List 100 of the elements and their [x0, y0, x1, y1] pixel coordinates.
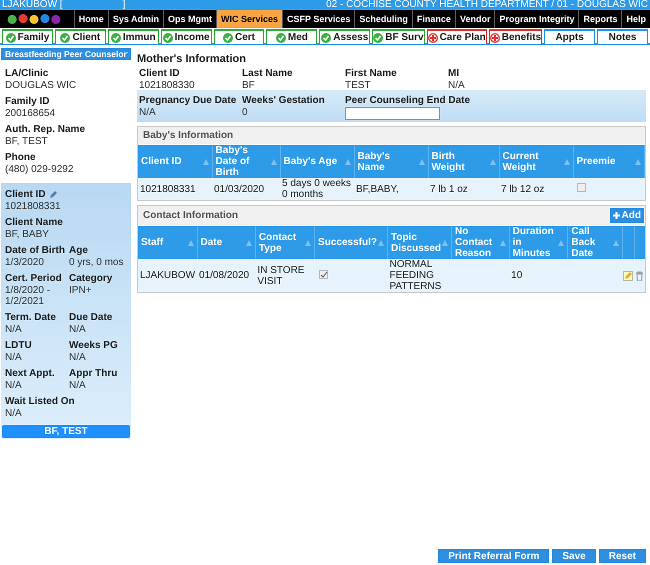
field-value: N/A	[69, 380, 87, 391]
field-value: 0	[242, 107, 249, 118]
field-label: LDTU	[5, 340, 32, 352]
plus-icon	[612, 212, 620, 219]
field-value: 200168654	[5, 108, 56, 119]
field-label: LA/Clinic	[5, 68, 48, 80]
field-label: Cert. Period	[5, 273, 62, 285]
tab[interactable]: BF Surv	[372, 29, 425, 44]
field-label: Next Appt.	[5, 368, 55, 380]
field-value: BF, TEST	[5, 136, 49, 147]
location-text: 02 - COCHISE COUNTY HEALTH DEPARTMENT / 01 - DOUGLAS WIC	[326, 0, 648, 10]
field-label: Date of Birth	[5, 245, 65, 257]
check-icon	[60, 32, 70, 42]
field-label: Weeks PG	[69, 340, 118, 352]
field-label: Category	[69, 273, 112, 285]
sort-icon[interactable]	[612, 240, 618, 246]
edit-icon[interactable]	[623, 270, 633, 280]
tab[interactable]: Appts	[544, 29, 596, 44]
field-label: Auth. Rep. Name	[5, 124, 86, 136]
trash-icon[interactable]	[635, 270, 644, 280]
sort-icon[interactable]	[558, 240, 564, 246]
field-value: N/A	[5, 380, 23, 391]
field-label: Last Name	[242, 68, 293, 80]
alert-icon	[490, 32, 500, 42]
tab[interactable]: Client	[54, 29, 106, 44]
field-value: (480) 029-9292	[5, 164, 74, 175]
field-label: MI	[448, 68, 460, 80]
field-label: Client ID	[5, 189, 46, 201]
sort-icon[interactable]	[635, 158, 641, 164]
field-label: Pregnancy Due Date	[139, 95, 236, 107]
table-cell: 5 days 0 weeks 0 months	[280, 178, 354, 200]
check-icon	[162, 32, 173, 42]
sort-icon[interactable]	[564, 158, 570, 164]
field-value: IPN+	[69, 285, 93, 296]
check-icon	[373, 32, 384, 42]
field-label: Term. Date	[5, 312, 56, 324]
field-value: N/A	[69, 324, 87, 335]
user-name: LJAKUBOW [	[2, 0, 63, 10]
tab[interactable]: Family	[2, 29, 53, 44]
sort-icon[interactable]	[305, 240, 312, 246]
pencil-icon[interactable]	[48, 191, 57, 199]
field-value: DOUGLAS WIC	[5, 80, 78, 91]
tab[interactable]: Benefits	[488, 29, 542, 44]
table-cell: IN STORE VISIT	[257, 264, 304, 286]
field-value: 1/8/2020 - 1/2/2021	[5, 285, 52, 307]
table-cell: 01/08/2020	[199, 270, 250, 281]
field-label: Due Date	[69, 312, 112, 324]
field-value: N/A	[69, 352, 87, 363]
sort-icon[interactable]	[202, 158, 208, 164]
bracket-text: ]	[122, 0, 126, 10]
tab[interactable]: Care Plan	[426, 29, 487, 44]
field-value: N/A	[5, 324, 23, 335]
field-value: N/A	[5, 352, 23, 363]
sort-icon[interactable]	[490, 158, 496, 164]
sort-icon[interactable]	[246, 240, 252, 246]
sort-icon[interactable]	[442, 240, 448, 246]
tab[interactable]: Notes	[597, 29, 648, 44]
sort-icon[interactable]	[378, 240, 384, 246]
end-date-input[interactable]	[345, 107, 440, 120]
field-value: 1021808331	[5, 201, 62, 212]
field-value: N/A	[448, 80, 466, 91]
section-title: Mother's Information	[137, 52, 247, 66]
tab[interactable]: Income	[160, 29, 212, 44]
sort-icon[interactable]	[344, 158, 350, 164]
panel-header: Baby's Information	[138, 127, 645, 144]
field-label: Phone	[5, 152, 36, 164]
sort-icon[interactable]	[418, 158, 424, 164]
tab[interactable]: Assess	[319, 29, 370, 44]
panel-header: Contact Information	[143, 210, 238, 221]
field-value: 1021808330	[139, 80, 196, 91]
table-cell: 7 lb 1 oz	[428, 178, 499, 200]
alert-icon	[428, 32, 438, 42]
menu-item[interactable]: WIC Services	[216, 10, 282, 28]
table-cell: 01/03/2020	[212, 178, 280, 200]
sort-icon[interactable]	[188, 240, 194, 246]
field-label: Age	[69, 245, 88, 257]
table-cell: NORMAL FEEDING PATTERNS	[389, 259, 442, 292]
table-cell: 7 lb 12 oz	[499, 178, 573, 200]
check-icon	[223, 32, 233, 42]
check-icon	[110, 32, 121, 42]
tab[interactable]: Cert	[214, 29, 264, 44]
table-cell: 1021808331	[138, 178, 212, 200]
field-label: First Name	[345, 68, 397, 80]
logo-drawing	[6, 14, 62, 24]
sort-icon[interactable]	[500, 240, 506, 246]
field-value: N/A	[139, 107, 157, 118]
field-value: N/A	[5, 408, 23, 419]
field-label: Weeks' Gestation	[242, 95, 325, 107]
sort-icon[interactable]	[270, 158, 276, 164]
tab[interactable]: Immun	[108, 29, 159, 44]
field-label: Client Name	[5, 217, 63, 229]
tab[interactable]: Med	[266, 29, 318, 44]
field-label: Client ID	[139, 68, 180, 80]
field-label: Wait Listed On	[5, 396, 75, 408]
field-value: BF	[242, 80, 256, 91]
field-label: Appr Thru	[69, 368, 118, 380]
field-value: 1/3/2020	[5, 257, 45, 268]
field-value: BF, BABY	[5, 229, 50, 240]
field-label: Peer Counseling End Date	[345, 95, 470, 106]
table-cell: LJAKUBOW	[140, 270, 196, 281]
